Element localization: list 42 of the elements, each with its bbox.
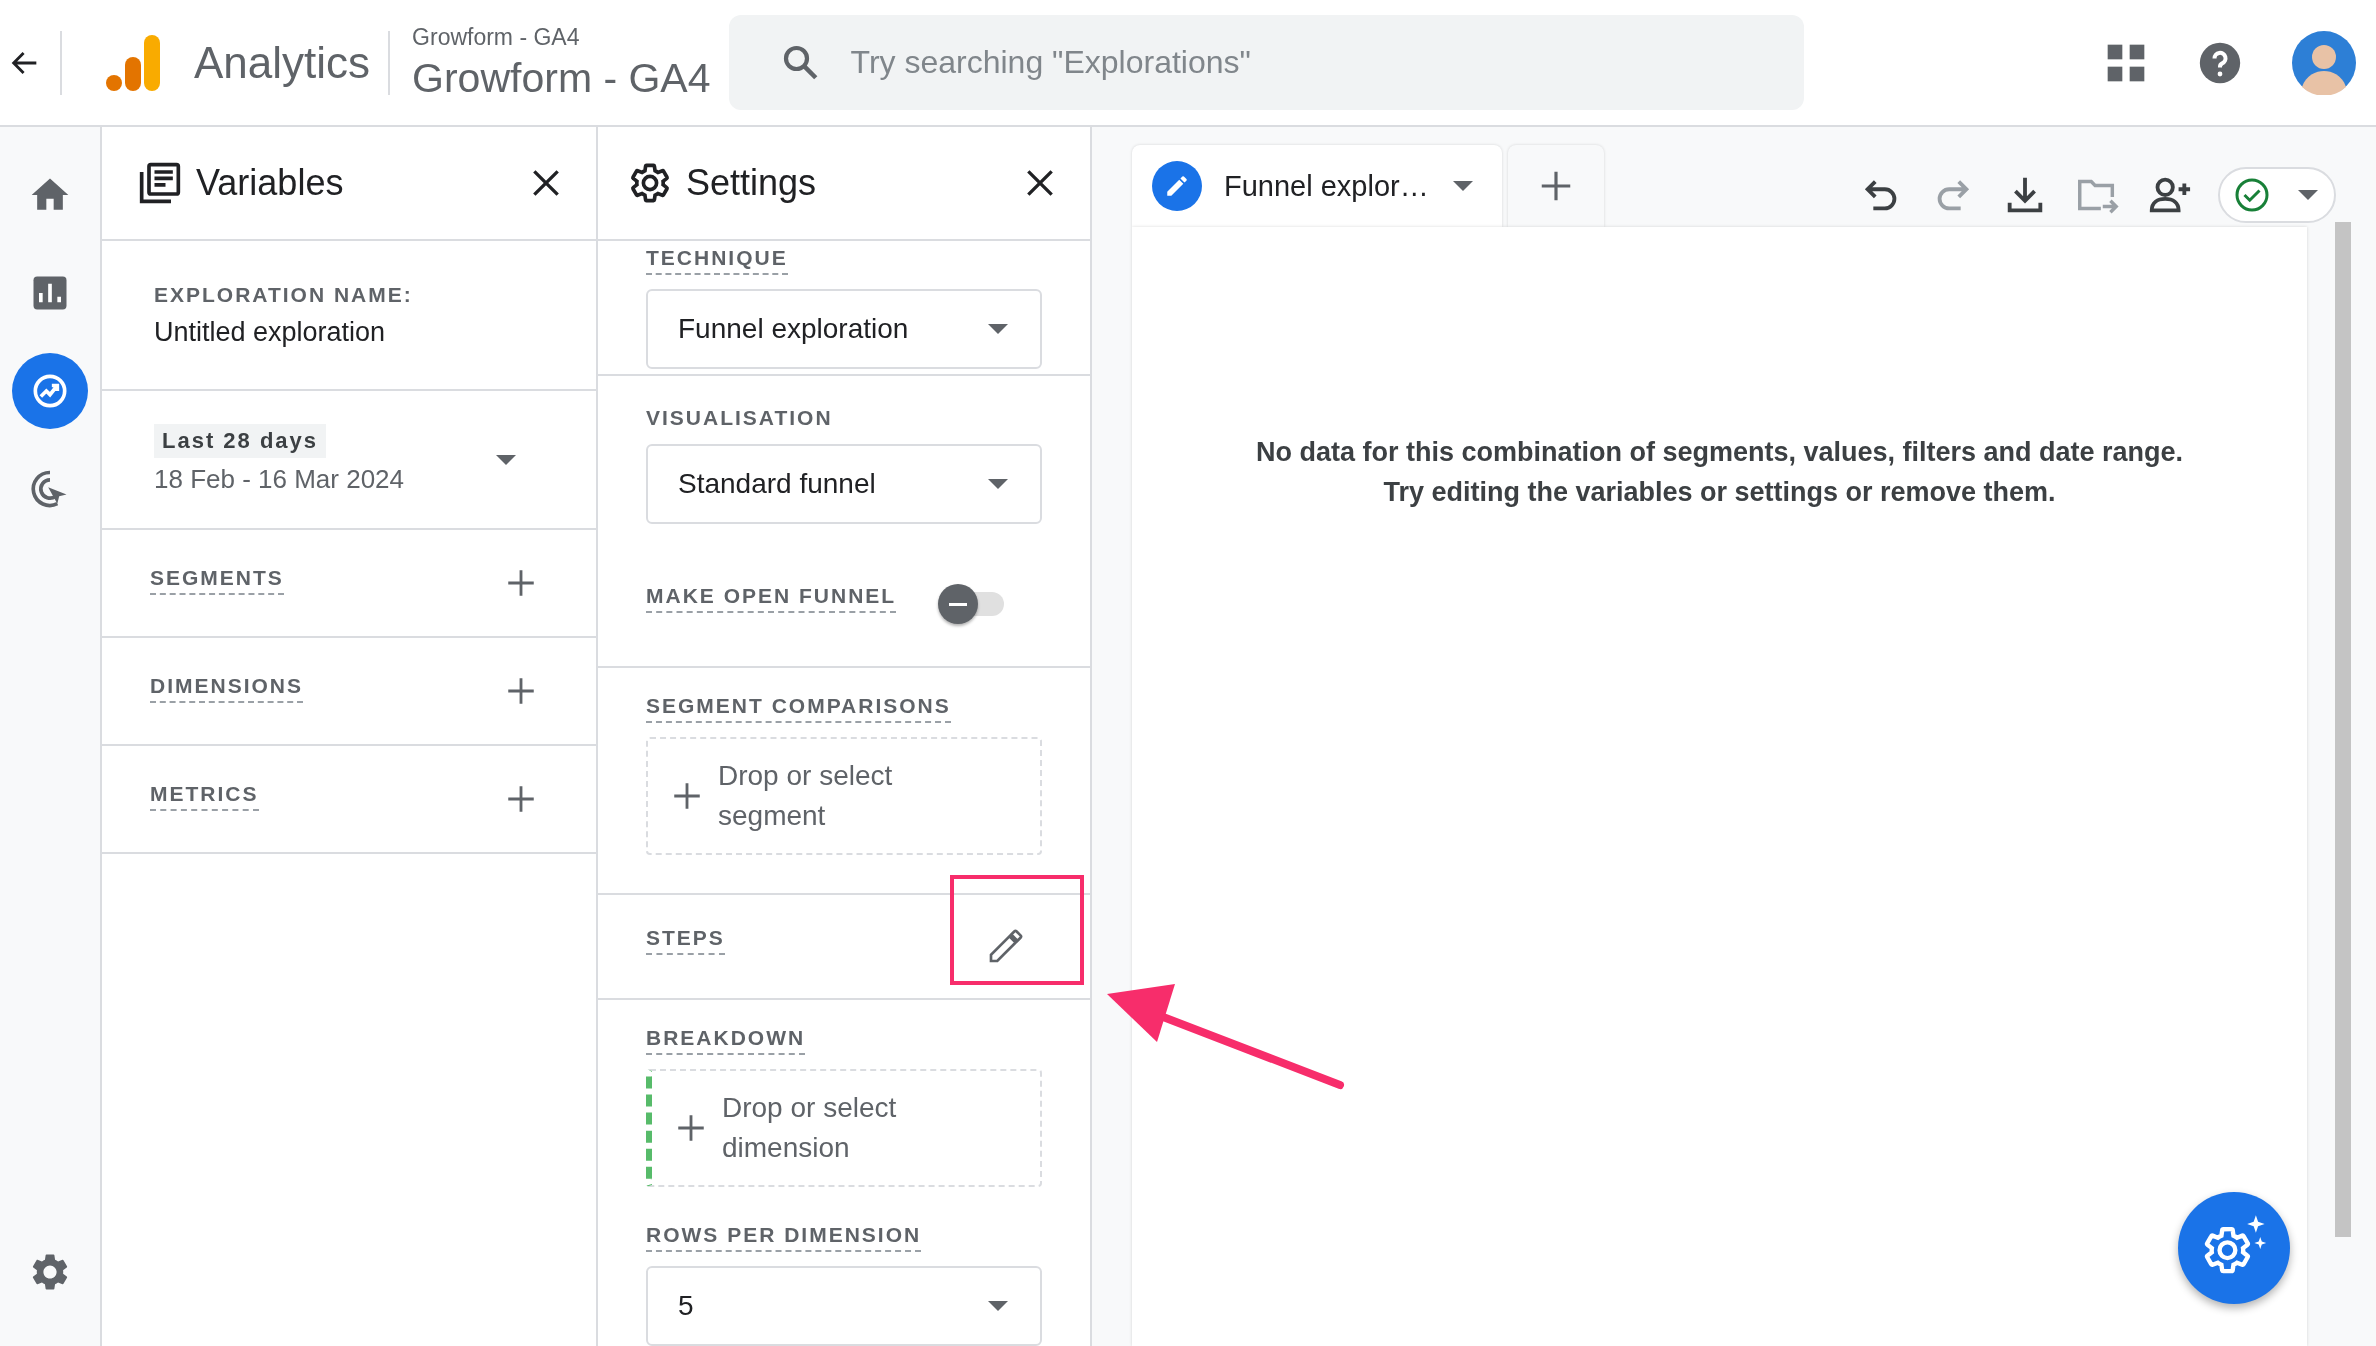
section-label: DIMENSIONS: [150, 674, 303, 703]
section-label: TECHNIQUE: [646, 246, 788, 275]
account-name: Growform - GA4: [412, 23, 581, 51]
date-range[interactable]: 18 Feb - 16 Mar 2024: [154, 464, 405, 495]
help-icon[interactable]: [2198, 40, 2242, 85]
drop-zone[interactable]: Drop or select segment: [646, 736, 1042, 855]
exploration-name[interactable]: Untitled exploration: [154, 316, 548, 348]
dropdown-caret-icon: [494, 452, 518, 467]
bar-logo-icon: [106, 32, 162, 93]
caret-icon: [986, 477, 1010, 492]
search-field[interactable]: Try searching "Explorations": [728, 15, 1804, 110]
exploration-tab[interactable]: Funnel explor…: [1132, 145, 1502, 227]
settings-icon: [628, 161, 672, 205]
section-label: SEGMENTS: [150, 566, 284, 595]
caret-icon: [986, 322, 1010, 336]
empty-message: Try editing the variables or settings or remove them.: [1383, 476, 2056, 509]
section-label: METRICS: [150, 782, 259, 811]
empty-message: No data for this combination of segments, values, filters and date range.: [1255, 436, 2184, 469]
section-label: ROWS PER DIMENSION: [646, 1223, 922, 1252]
property-name[interactable]: Growform - GA4: [412, 54, 711, 102]
drop-zone[interactable]: Drop or select dimension: [646, 1069, 1042, 1187]
product-name: Analytics: [194, 37, 371, 88]
caret-icon: [2296, 188, 2320, 202]
pencil-icon: [1164, 173, 1190, 199]
avatar-icon[interactable]: [2292, 30, 2356, 95]
date-preset: Last 28 days: [154, 424, 327, 458]
caret-icon: [986, 1299, 1010, 1313]
section-label: SEGMENT COMPARISONS: [646, 693, 951, 723]
scrollbar[interactable]: [2335, 222, 2351, 1237]
check-circle-icon: [2234, 177, 2270, 213]
section-label: STEPS: [646, 926, 725, 956]
visualisation-dropdown[interactable]: Standard funnel: [646, 444, 1042, 525]
field-label: EXPLORATION NAME:: [154, 282, 414, 307]
toggle-label: MAKE OPEN FUNNEL: [646, 584, 897, 614]
document-stack-icon: [138, 161, 182, 205]
technique-dropdown[interactable]: Funnel exploration: [646, 289, 1042, 369]
status-button[interactable]: [2218, 167, 2336, 223]
section-label: VISUALISATION: [646, 406, 834, 431]
section-label: BREAKDOWN: [646, 1026, 806, 1055]
panel-title: Variables: [196, 162, 344, 204]
panel-title: Settings: [686, 162, 817, 204]
rows-dropdown[interactable]: 5: [646, 1266, 1042, 1346]
